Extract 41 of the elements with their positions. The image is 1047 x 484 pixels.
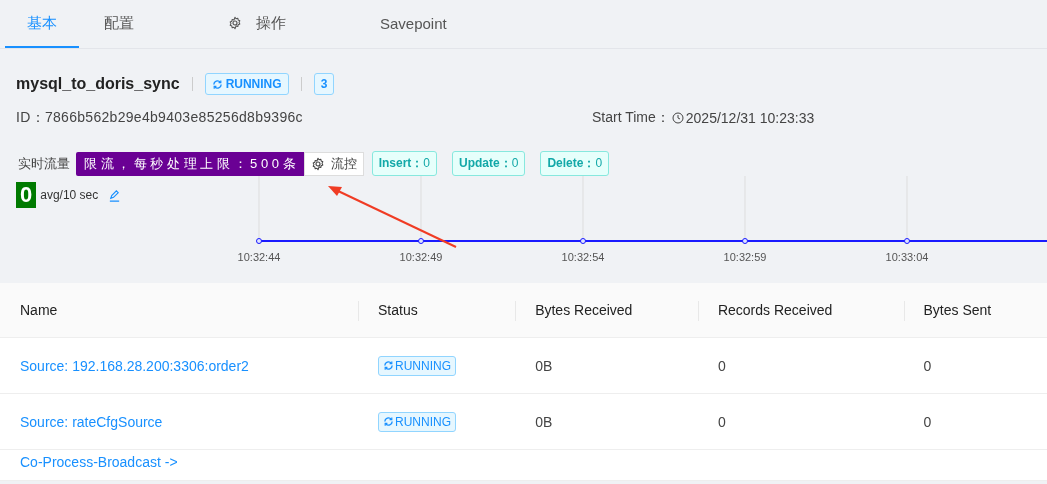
axis-label: 10:32:44 — [237, 251, 281, 263]
column-header: Records Received — [697, 283, 904, 338]
column-header: Bytes Sent — [903, 283, 1047, 338]
table-cell: 0 — [697, 393, 904, 450]
sync-icon — [383, 360, 394, 371]
counter-tag: Delete：0 — [540, 151, 610, 176]
gear-icon — [310, 156, 325, 171]
tab[interactable]: Savepoint — [363, 0, 464, 48]
axis-label: 10:32:59 — [723, 251, 767, 263]
table-cell: 0B — [515, 393, 698, 450]
edit-icon[interactable] — [108, 188, 122, 202]
stream-label: 实时流量 — [18, 154, 70, 173]
flow-control-button[interactable]: 流控 — [303, 151, 364, 176]
status-badge: RUNNING — [378, 355, 456, 376]
table-cell: 0 — [903, 393, 1047, 450]
sync-icon — [211, 78, 223, 90]
start-time-label: Start Time： — [592, 109, 670, 127]
counter-tag: Insert：0 — [371, 151, 438, 176]
rate-unit: avg/10 sec — [40, 188, 99, 202]
status-badge: RUNNING — [378, 411, 456, 432]
start-time: 2025/12/31 10:23:33 — [685, 110, 815, 126]
sync-icon — [383, 416, 394, 427]
column-header: Status — [358, 283, 516, 338]
table-cell: 0 — [903, 337, 1047, 394]
axis-label: 10:32:54 — [561, 251, 605, 263]
column-header: Bytes Received — [515, 283, 698, 338]
tab[interactable]: 配置 — [87, 0, 151, 48]
count-badge: 3 — [313, 73, 335, 95]
rate-value: 0 — [16, 182, 37, 208]
clock-icon — [671, 112, 684, 124]
counter-tag: Update：0 — [452, 151, 526, 176]
rate-limit-banner: 限 流 ， 每 秒 处 理 上 限 ： 5 0 0 条 — [76, 151, 304, 176]
job-id: ID：7866b562b29e4b9403e85256d8b9396c — [16, 109, 304, 127]
table-cell: 0B — [515, 337, 698, 394]
axis-label: 10:33:04 — [885, 251, 929, 263]
tab[interactable]: 操作 — [211, 0, 303, 48]
job-name: mysql_to_doris_sync — [16, 75, 180, 93]
axis-label: 10:32:49 — [399, 251, 443, 263]
column-header: Name — [0, 283, 358, 338]
table-cell: 0 — [697, 337, 904, 394]
status-badge: RUNNING — [204, 73, 289, 95]
